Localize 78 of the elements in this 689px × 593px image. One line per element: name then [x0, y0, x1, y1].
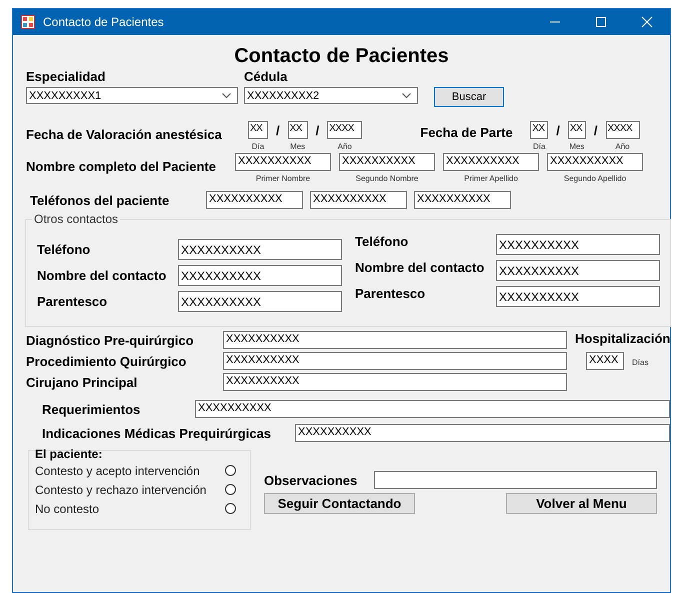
field-label: Cirujano Principal	[26, 374, 138, 390]
contact-field[interactable]: XXXXXXXXXX	[496, 260, 660, 281]
date-separator: /	[316, 123, 320, 140]
field-label: Diagnóstico Pre-quirúrgico	[26, 332, 195, 348]
field-label: Teléfono	[355, 234, 410, 249]
name-field[interactable]: XXXXXXXXXX	[547, 153, 643, 171]
field-label: Fecha de Parte	[420, 125, 514, 142]
field-caption: Primer Nombre	[256, 174, 310, 183]
field-caption: Día	[252, 142, 264, 151]
field-label: Nombre del contacto	[355, 260, 486, 275]
field-caption: Mes	[290, 142, 306, 151]
procedure-field[interactable]: XXXXXXXXXX	[223, 352, 567, 370]
field-label: Indicaciones Médicas Prequirúrgicas	[42, 426, 272, 440]
continue-button[interactable]: Seguir Contactando	[264, 493, 415, 514]
phone-field[interactable]: XXXXXXXXXX	[414, 191, 511, 209]
field-caption: Segundo Apellido	[564, 174, 626, 183]
requirements-field[interactable]: XXXXXXXXXX	[195, 400, 670, 418]
radio-button[interactable]	[225, 503, 236, 514]
field-label: Requerimientos	[42, 402, 142, 416]
days-field[interactable]: XXXX	[586, 352, 624, 370]
field-label: Nombre completo del Paciente	[26, 159, 217, 176]
date-separator: /	[556, 123, 560, 140]
observations-field[interactable]	[374, 471, 657, 489]
date-field[interactable]: XXXX	[606, 121, 640, 139]
unit-label: Días	[632, 358, 648, 367]
contact-field[interactable]: XXXXXXXXXX	[496, 286, 660, 307]
field-label: Teléfonos del paciente	[30, 193, 170, 209]
date-separator: /	[276, 123, 280, 140]
date-field[interactable]: XX	[248, 121, 268, 139]
chevron-down-icon	[222, 92, 231, 98]
specialty-dropdown[interactable]: XXXXXXXXX1	[26, 87, 238, 104]
search-button[interactable]: Buscar	[434, 87, 504, 107]
contact-field[interactable]: XXXXXXXXXX	[178, 291, 342, 312]
chevron-down-icon	[402, 92, 411, 98]
field-label: Parentesco	[37, 294, 108, 309]
field-label: Observaciones	[264, 472, 358, 488]
window-title: Contacto de Pacientes	[43, 15, 164, 29]
field-label: Especialidad	[26, 69, 106, 84]
contact-field[interactable]: XXXXXXXXXX	[178, 239, 342, 260]
surgeon-field[interactable]: XXXXXXXXXX	[223, 373, 567, 391]
date-field[interactable]: XX	[568, 121, 586, 139]
radio-label: Contesto y acepto intervención	[35, 464, 201, 478]
contact-field[interactable]: XXXXXXXXXX	[496, 234, 660, 255]
field-label: Cédula	[244, 69, 288, 84]
field-caption: Día	[533, 142, 546, 151]
field-label: Fecha de Valoración anestésica	[26, 127, 223, 144]
date-field[interactable]: XX	[288, 121, 308, 139]
id-dropdown[interactable]: XXXXXXXXX2	[244, 87, 418, 104]
field-label: Nombre del contacto	[37, 268, 168, 283]
field-label: Hospitalización	[575, 331, 670, 346]
phone-field[interactable]: XXXXXXXXXX	[206, 191, 303, 209]
name-field[interactable]: XXXXXXXXXX	[443, 153, 539, 171]
contact-field[interactable]: XXXXXXXXXX	[178, 265, 342, 286]
date-field[interactable]: XX	[530, 121, 548, 139]
radio-button[interactable]	[225, 465, 236, 476]
group-title: El paciente:	[35, 447, 104, 461]
name-field[interactable]: XXXXXXXXXX	[339, 153, 435, 171]
form-icon	[21, 15, 35, 29]
form-heading: Contacto de Pacientes	[233, 45, 450, 68]
group-title: Otros contactos	[32, 212, 120, 226]
field-caption: Segundo Nombre	[356, 174, 418, 183]
radio-label: Contesto y rechazo intervención	[35, 482, 208, 496]
field-label: Parentesco	[355, 286, 426, 301]
date-separator: /	[594, 123, 598, 140]
field-label: Procedimiento Quirúrgico	[26, 354, 188, 368]
name-field[interactable]: XXXXXXXXXX	[235, 153, 331, 171]
radio-label: No contesto	[35, 502, 100, 516]
radio-button[interactable]	[225, 484, 236, 495]
diagnosis-field[interactable]: XXXXXXXXXX	[223, 331, 567, 349]
menu-button[interactable]: Volver al Menu	[506, 493, 657, 514]
field-caption: Año	[338, 142, 352, 151]
field-caption: Año	[615, 142, 630, 151]
indications-field[interactable]: XXXXXXXXXX	[295, 424, 670, 442]
field-caption: Mes	[569, 142, 584, 151]
phone-field[interactable]: XXXXXXXXXX	[310, 191, 407, 209]
field-caption: Primer Apellido	[464, 174, 518, 183]
date-field[interactable]: XXXX	[327, 121, 362, 139]
field-label: Teléfono	[37, 242, 92, 257]
